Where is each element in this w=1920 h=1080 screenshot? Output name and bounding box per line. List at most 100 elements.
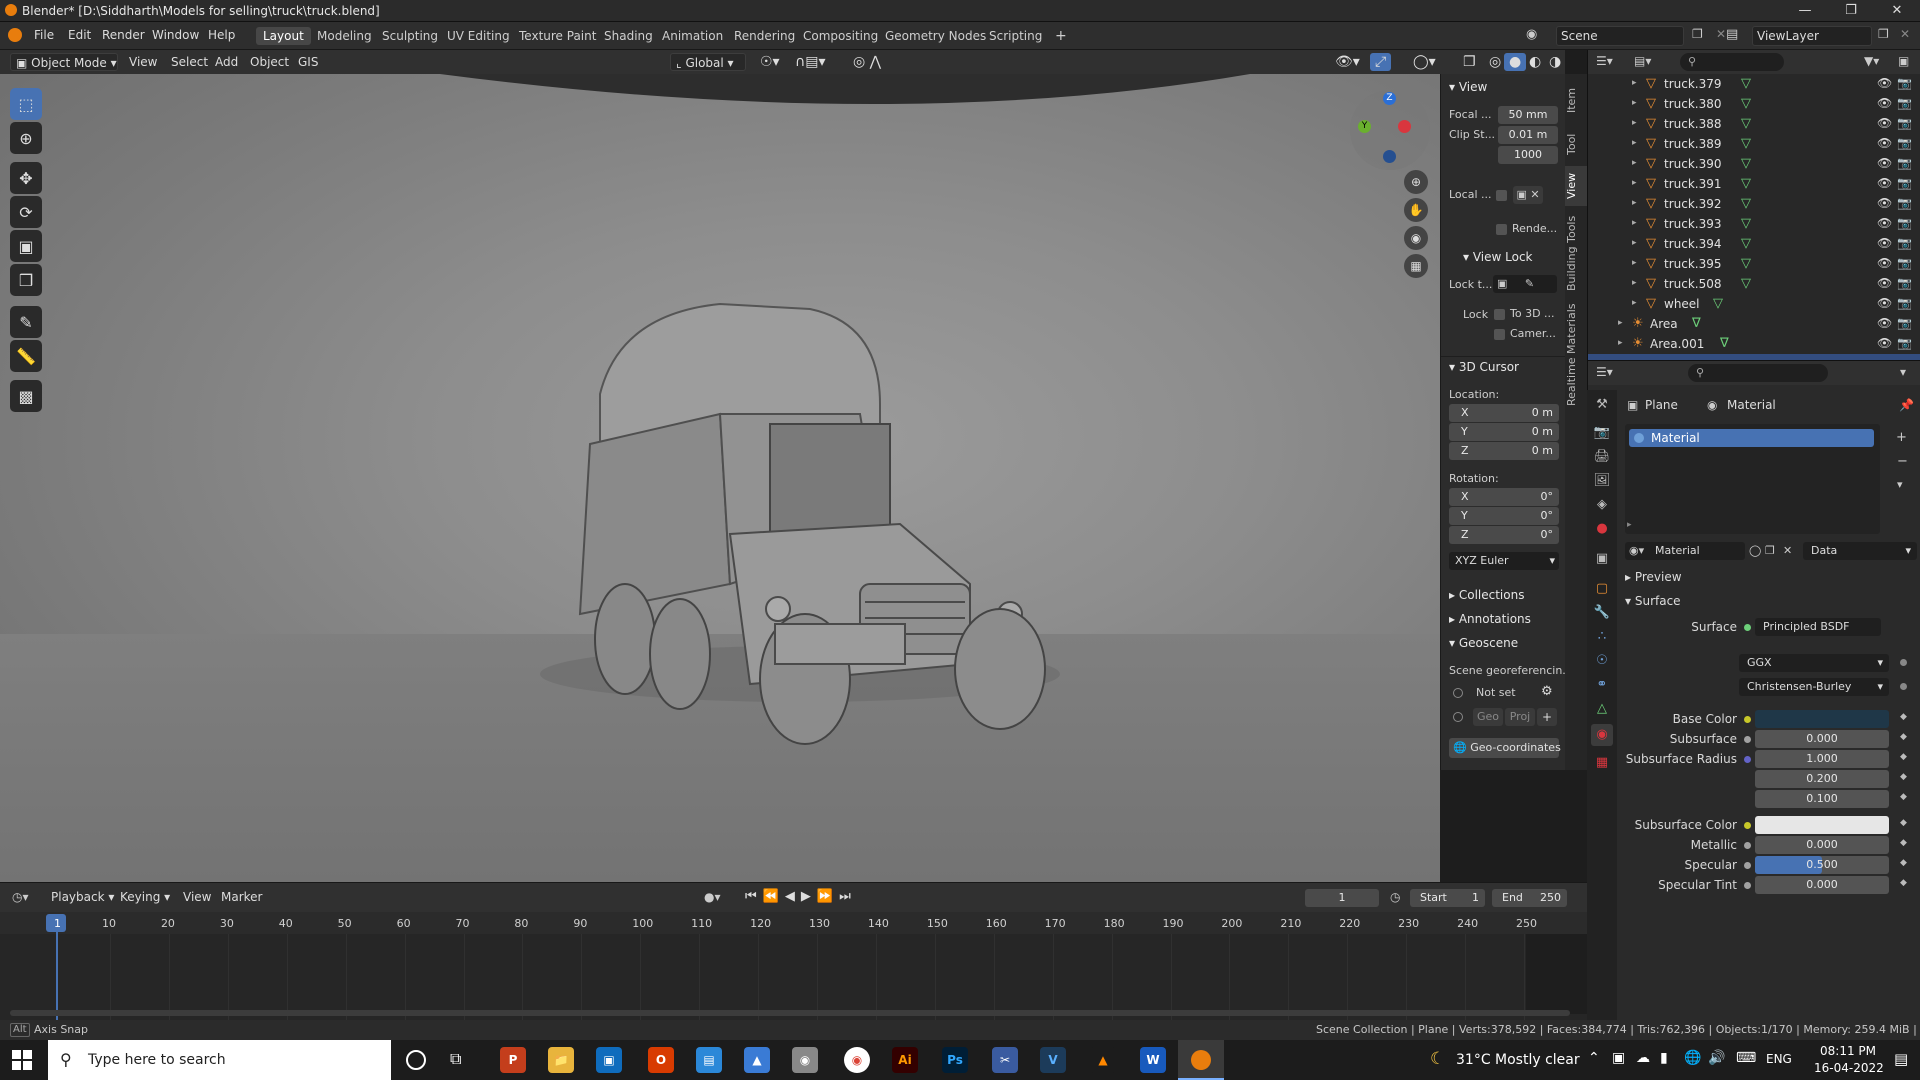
file-explorer-icon[interactable]: 📁 xyxy=(548,1047,574,1073)
clock-date[interactable]: 16-04-2022 xyxy=(1814,1061,1884,1075)
annotations-section-header[interactable]: ▸ Annotations xyxy=(1449,612,1531,626)
marker-menu[interactable]: Marker xyxy=(216,888,267,906)
local-camera-field[interactable]: ▣ ✕ xyxy=(1513,186,1543,204)
mesh-data-icon[interactable]: ▽ xyxy=(1741,196,1751,211)
expand-arrow-icon[interactable]: ▸ xyxy=(1618,318,1623,328)
outliner-row[interactable]: ▸ ▽ truck.393 ▽ 👁 📷 xyxy=(1588,214,1920,234)
tab-modeling[interactable]: Modeling xyxy=(310,27,379,45)
timeline-scrollbar[interactable] xyxy=(10,1010,1570,1016)
mesh-data-icon[interactable]: ▽ xyxy=(1741,236,1751,251)
gizmo-y-icon[interactable]: Y xyxy=(1358,120,1371,133)
scene-field[interactable]: Scene xyxy=(1556,26,1684,46)
outliner-row[interactable]: ▸ ▽ truck.394 ▽ 👁 📷 xyxy=(1588,234,1920,254)
render-camera-icon[interactable]: 📷 xyxy=(1897,116,1912,130)
properties-options-icon[interactable]: ▾ xyxy=(1900,365,1906,379)
render-region-checkbox[interactable] xyxy=(1496,224,1507,235)
tool-properties-icon[interactable]: ⚒ xyxy=(1591,394,1613,416)
outliner-row[interactable]: ▸ ▽ truck.391 ▽ 👁 📷 xyxy=(1588,174,1920,194)
navigation-gizmo[interactable]: Z Y xyxy=(1350,90,1430,170)
render-camera-icon[interactable]: 📷 xyxy=(1897,316,1912,330)
render-camera-icon[interactable]: 📷 xyxy=(1897,196,1912,210)
tab-animation[interactable]: Animation xyxy=(655,27,730,45)
subsurface-method-keyframe-icon[interactable] xyxy=(1900,683,1907,690)
visibility-eye-icon[interactable]: 👁 xyxy=(1877,156,1892,170)
end-frame-field[interactable]: End 250 xyxy=(1492,889,1567,907)
minimize-button[interactable]: — xyxy=(1782,0,1828,22)
blender-menu-icon[interactable] xyxy=(8,28,22,42)
visibility-eye-icon[interactable]: 👁 xyxy=(1877,96,1892,110)
keyframe-icon[interactable]: ◆ xyxy=(1900,772,1907,782)
numeric-field[interactable]: 0.000 xyxy=(1755,836,1889,854)
proportional-edit-icon[interactable]: ◎ ⋀ xyxy=(848,53,886,71)
distribution-keyframe-icon[interactable] xyxy=(1900,659,1907,666)
scene-icon[interactable]: ◉ xyxy=(1526,27,1537,42)
unlink-material-icon[interactable]: ✕ xyxy=(1783,544,1792,557)
add-slot-icon[interactable]: + xyxy=(1896,430,1907,445)
cloud-icon[interactable]: ☁ xyxy=(1636,1050,1650,1066)
geo-radio[interactable] xyxy=(1453,712,1463,722)
render-camera-icon[interactable]: 📷 xyxy=(1897,276,1912,290)
numeric-field[interactable]: 0.000 xyxy=(1755,730,1889,748)
render-camera-icon[interactable]: 📷 xyxy=(1897,256,1912,270)
numeric-field[interactable]: 1.000 xyxy=(1755,750,1889,768)
view-section-header[interactable]: ▾ View xyxy=(1449,80,1487,94)
start-frame-field[interactable]: Start 1 xyxy=(1410,889,1485,907)
visibility-eye-icon[interactable]: 👁 xyxy=(1877,176,1892,190)
render-camera-icon[interactable]: 📷 xyxy=(1897,296,1912,310)
wireframe-shading-icon[interactable]: ◎ xyxy=(1484,53,1506,71)
select-box-tool-icon[interactable]: ⬚ xyxy=(10,88,42,120)
menu-gis[interactable]: GIS xyxy=(293,53,323,71)
expand-arrow-icon[interactable]: ▸ xyxy=(1632,258,1637,268)
view-layer-icon[interactable]: ▤ xyxy=(1726,27,1738,42)
network-icon[interactable]: 🌐 xyxy=(1684,1050,1701,1066)
filter-icon[interactable]: ▼▾ xyxy=(1864,54,1879,68)
playback-menu[interactable]: Playback ▾ xyxy=(46,888,119,906)
keyframe-icon[interactable]: ◆ xyxy=(1900,818,1907,828)
mesh-data-icon[interactable]: ▽ xyxy=(1741,176,1751,191)
expand-arrow-icon[interactable]: ▸ xyxy=(1632,238,1637,248)
rotation-mode-dropdown[interactable]: XYZ Euler ▾ xyxy=(1449,552,1559,570)
modifier-properties-icon[interactable]: 🔧 xyxy=(1591,602,1613,624)
keyframe-icon[interactable]: ◆ xyxy=(1900,752,1907,762)
annotate-tool-icon[interactable]: ✎ xyxy=(10,306,42,338)
scene-properties-icon[interactable]: ◈ xyxy=(1591,494,1613,516)
properties-search-input[interactable]: ⚲ xyxy=(1688,364,1828,382)
distribution-dropdown[interactable]: GGX ▾ xyxy=(1739,654,1889,672)
tab-compositing[interactable]: Compositing xyxy=(796,27,885,45)
keyframe-icon[interactable]: ◆ xyxy=(1900,878,1907,888)
tab-rendering[interactable]: Rendering xyxy=(727,27,802,45)
expand-arrow-icon[interactable]: ▸ xyxy=(1632,158,1637,168)
outliner-row[interactable]: ▸ ▽ truck.389 ▽ 👁 📷 xyxy=(1588,134,1920,154)
cortana-icon[interactable] xyxy=(406,1050,426,1070)
visibility-eye-icon[interactable]: 👁 xyxy=(1877,316,1892,330)
expand-arrow-icon[interactable]: ▸ xyxy=(1632,118,1637,128)
xray-icon[interactable]: ❐ xyxy=(1458,53,1481,71)
close-button[interactable]: ✕ xyxy=(1874,0,1920,22)
preview-range-clock-icon[interactable]: ◷ xyxy=(1390,890,1400,904)
keyframe-icon[interactable]: ◆ xyxy=(1900,792,1907,802)
visibility-eye-icon[interactable]: 👁 xyxy=(1877,76,1892,90)
pivot-icon[interactable]: ☉▾ xyxy=(755,53,785,71)
duplicate-material-icon[interactable]: ❐ xyxy=(1765,544,1775,557)
expand-arrow-icon[interactable]: ▸ xyxy=(1632,78,1637,88)
menu-view[interactable]: View xyxy=(124,53,162,71)
menu-window[interactable]: Window xyxy=(152,28,199,42)
menu-select[interactable]: Select xyxy=(166,53,213,71)
expand-arrow-icon[interactable]: ▸ xyxy=(1618,338,1623,348)
snap-icon[interactable]: ∩▤▾ xyxy=(790,53,831,71)
outliner-row[interactable]: ▸ ▽ truck.379 ▽ 👁 📷 xyxy=(1588,74,1920,94)
3d-viewport[interactable]: ⬚ ⊕ ✥ ⟳ ▣ ❒ ✎ 📏 ▩ Z Y ⊕ ✋ ◉ ▦ xyxy=(0,74,1440,882)
overlay-icon[interactable]: ◯▾ xyxy=(1408,53,1441,71)
visibility-eye-icon[interactable]: 👁 xyxy=(1877,136,1892,150)
collections-section-header[interactable]: ▸ Collections xyxy=(1449,588,1524,602)
weather-text[interactable]: 31°C Mostly clear xyxy=(1456,1052,1580,1068)
current-frame-field[interactable]: 1 xyxy=(1305,889,1379,907)
taskbar-search-box[interactable]: ⚲ Type here to search xyxy=(48,1040,391,1080)
expand-arrow-icon[interactable]: ▸ xyxy=(1632,198,1637,208)
illustrator-icon[interactable]: Ai xyxy=(892,1047,918,1073)
app-icon-blue[interactable]: ▲ xyxy=(744,1047,770,1073)
remove-slot-icon[interactable]: − xyxy=(1897,454,1908,469)
outliner-row[interactable]: ▸ ▽ truck.388 ▽ 👁 📷 xyxy=(1588,114,1920,134)
menu-file[interactable]: File xyxy=(34,28,54,42)
add-proj-button[interactable]: + xyxy=(1537,708,1557,726)
